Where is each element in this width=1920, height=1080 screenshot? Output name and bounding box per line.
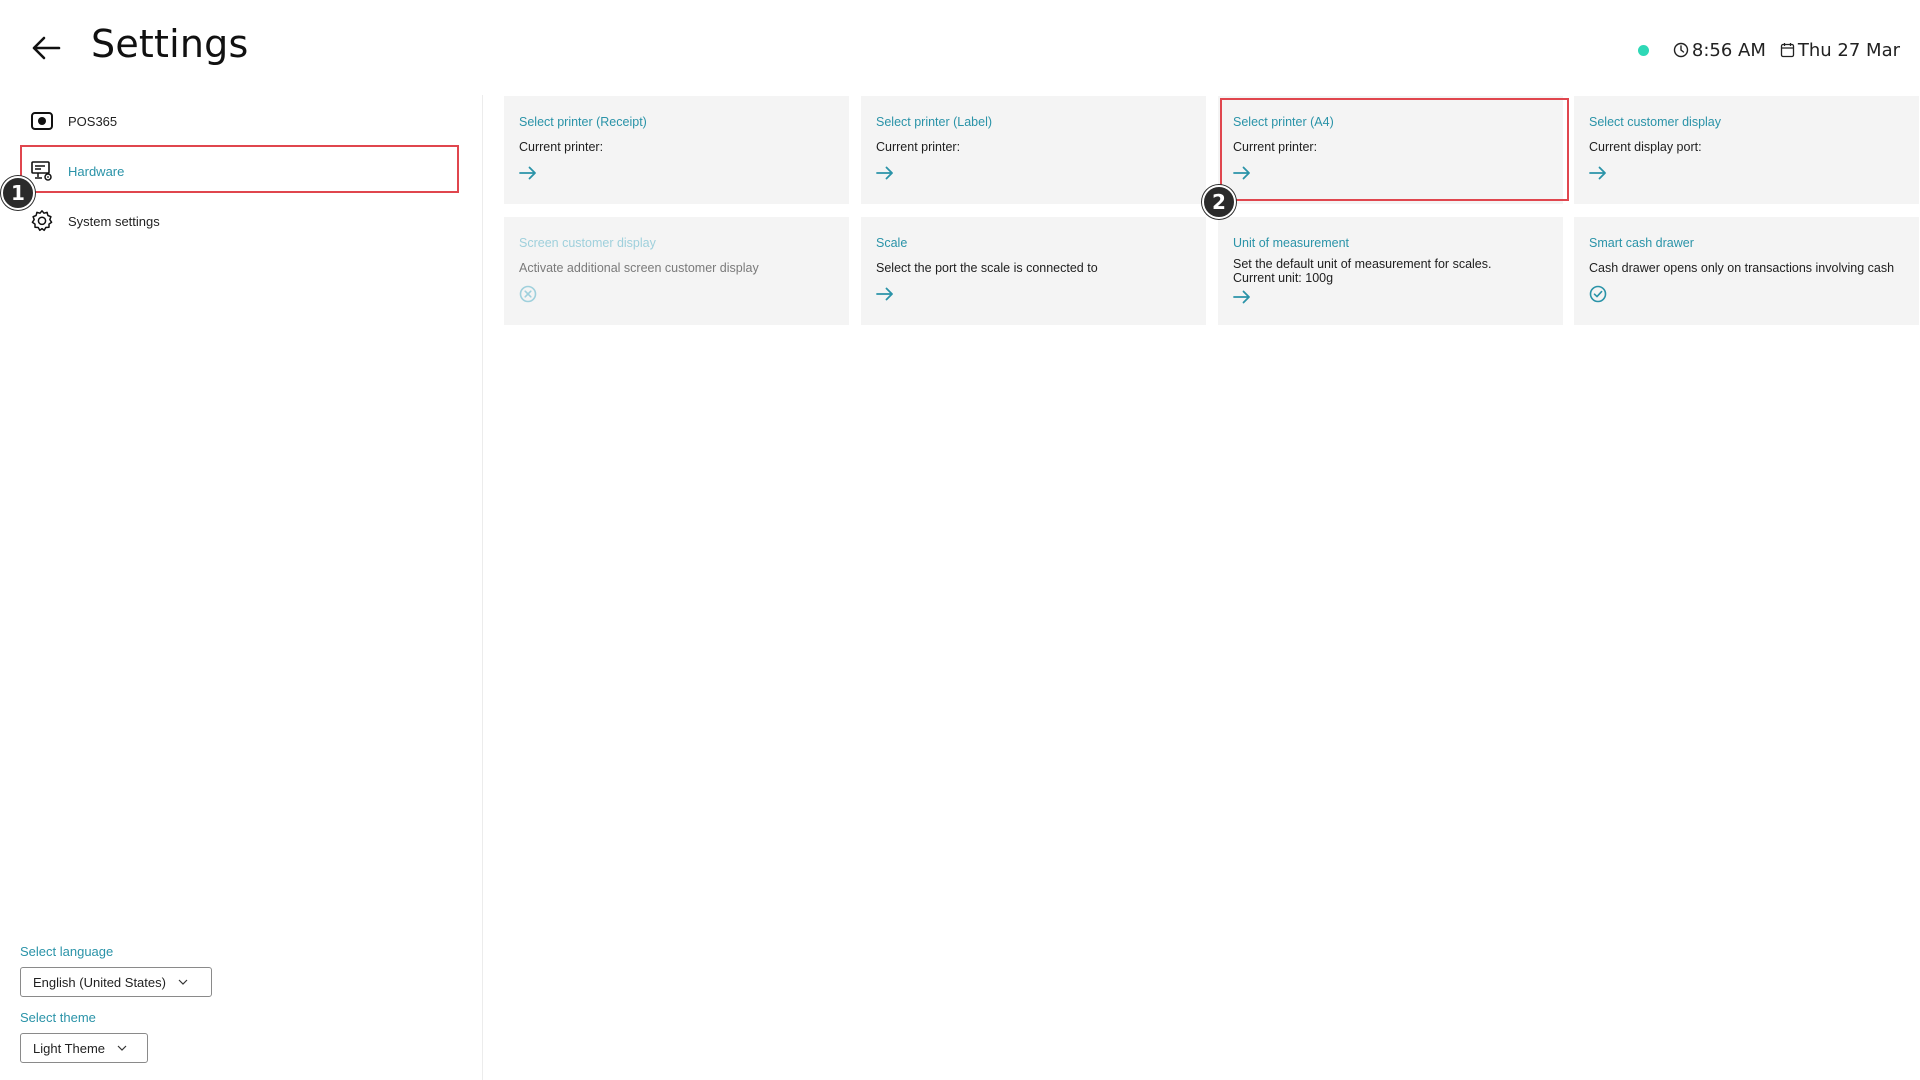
x-circle-icon — [519, 284, 834, 304]
card-title: Select customer display — [1589, 115, 1722, 129]
arrow-right-icon — [1589, 163, 1904, 183]
sidebar-item-hardware[interactable]: Hardware — [30, 158, 124, 184]
card-unit-of-measurement[interactable]: Unit of measurement Set the default unit… — [1218, 217, 1563, 325]
language-select[interactable]: English (United States) — [20, 967, 212, 997]
card-select-customer-display[interactable]: Select customer display Current display … — [1574, 96, 1919, 204]
connection-status-dot — [1637, 44, 1649, 56]
arrow-right-icon — [1233, 287, 1548, 307]
language-select-value: English (United States) — [33, 974, 166, 990]
card-select-printer-a4[interactable]: Select printer (A4) Current printer: — [1218, 96, 1563, 204]
sidebar-item-system-settings[interactable]: System settings — [30, 208, 160, 234]
card-description: Current printer: — [1233, 140, 1318, 154]
card-smart-cash-drawer[interactable]: Smart cash drawer Cash drawer opens only… — [1574, 217, 1919, 325]
sidebar: POS365 Hardware System settings Select l… — [0, 95, 483, 1080]
theme-label: Select theme — [20, 1010, 96, 1025]
card-description: Select the port the scale is connected t… — [876, 261, 1098, 275]
card-title: Select printer (Label) — [876, 115, 993, 129]
step-badge-2: 2 — [1202, 185, 1236, 219]
chevron-down-icon — [117, 1045, 127, 1051]
card-title: Scale — [876, 236, 908, 250]
calendar-icon — [1780, 43, 1795, 58]
status-bar: 8:56 AM Thu 27 Mar — [1637, 36, 1900, 64]
date-text: Thu 27 Mar — [1797, 39, 1900, 61]
card-description: Cash drawer opens only on transactions i… — [1589, 261, 1895, 275]
card-title: Unit of measurement — [1233, 236, 1350, 250]
clock-icon — [1673, 42, 1689, 58]
clock: 8:56 AM — [1673, 40, 1766, 61]
chevron-down-icon — [178, 979, 188, 985]
card-description: Current printer: — [876, 140, 961, 154]
theme-select-value: Light Theme — [33, 1040, 106, 1056]
sidebar-item-pos365[interactable]: POS365 — [30, 108, 117, 134]
card-scale[interactable]: Scale Select the port the scale is conne… — [861, 217, 1206, 325]
card-select-printer-label[interactable]: Select printer (Label) Current printer: — [861, 96, 1206, 204]
card-description: Current printer: — [519, 140, 604, 154]
arrow-right-icon — [876, 284, 1191, 304]
card-title: Smart cash drawer — [1589, 236, 1694, 250]
card-description: Set the default unit of measurement for … — [1233, 257, 1492, 285]
page-title: Settings — [91, 22, 249, 66]
back-button[interactable] — [26, 28, 66, 68]
arrow-right-icon — [876, 163, 1191, 183]
sidebar-item-label: POS365 — [68, 113, 118, 129]
arrow-right-icon — [519, 163, 834, 183]
pos-camera-icon — [30, 109, 54, 133]
hardware-monitor-icon — [30, 159, 54, 183]
card-screen-customer-display[interactable]: Screen customer display Activate additio… — [504, 217, 849, 325]
card-select-printer-receipt[interactable]: Select printer (Receipt) Current printer… — [504, 96, 849, 204]
card-description: Current display port: — [1589, 140, 1702, 154]
language-label: Select language — [20, 944, 114, 959]
step-badge-1: 1 — [1, 176, 35, 210]
sidebar-item-label: Hardware — [68, 163, 125, 179]
arrow-right-icon — [1233, 163, 1548, 183]
time-text: 8:56 AM — [1691, 39, 1766, 61]
card-title: Select printer (A4) — [1233, 115, 1334, 129]
check-circle-icon[interactable] — [1589, 284, 1904, 304]
theme-select[interactable]: Light Theme — [20, 1033, 148, 1063]
gear-icon — [30, 209, 54, 233]
arrow-left-icon — [32, 36, 61, 60]
sidebar-item-label: System settings — [68, 213, 160, 229]
date-display: Thu 27 Mar — [1780, 40, 1900, 61]
card-description: Activate additional screen customer disp… — [519, 261, 759, 275]
card-title: Select printer (Receipt) — [519, 115, 647, 129]
card-title: Screen customer display — [519, 236, 656, 250]
